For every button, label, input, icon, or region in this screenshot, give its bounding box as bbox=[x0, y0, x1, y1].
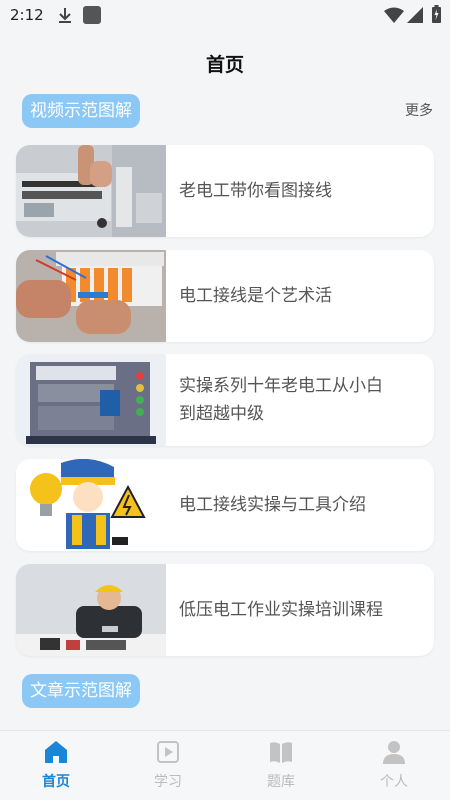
video-title: 老电工带你看图接线 bbox=[179, 181, 332, 201]
signal-icon bbox=[407, 7, 423, 23]
video-card[interactable]: 实操系列十年老电工从小白到超越中级 bbox=[16, 354, 434, 446]
battery-icon bbox=[432, 5, 441, 23]
video-title: 电工接线是个艺术活 bbox=[179, 286, 332, 306]
home-icon bbox=[45, 741, 67, 763]
person-icon bbox=[383, 741, 405, 764]
video-card[interactable]: 电工接线实操与工具介绍 bbox=[16, 459, 434, 551]
app-notification-icon bbox=[83, 6, 101, 24]
status-bar: 2:12 bbox=[0, 0, 450, 32]
tab-study[interactable]: 学习 bbox=[128, 731, 208, 800]
tab-label: 个人 bbox=[380, 774, 408, 790]
video-title: 实操系列十年老电工从小白到超越中级 bbox=[179, 376, 383, 424]
video-card[interactable]: 老电工带你看图接线 bbox=[16, 145, 434, 237]
page-title: 首页 bbox=[205, 54, 244, 76]
video-title: 低压电工作业实操培训课程 bbox=[179, 600, 383, 620]
section-chip-video[interactable]: 视频示范图解 bbox=[22, 94, 140, 128]
video-thumbnail bbox=[16, 354, 166, 446]
video-thumbnail bbox=[16, 250, 166, 342]
book-icon bbox=[270, 742, 292, 763]
tab-question-bank[interactable]: 题库 bbox=[241, 731, 321, 800]
video-thumbnail bbox=[16, 145, 166, 237]
video-card[interactable]: 低压电工作业实操培训课程 bbox=[16, 564, 434, 656]
bottom-tab-bar: 首页 学习 题库 个人 bbox=[0, 730, 450, 800]
more-link[interactable]: 更多 bbox=[405, 100, 433, 120]
tab-home[interactable]: 首页 bbox=[16, 731, 96, 800]
video-thumbnail bbox=[16, 459, 166, 551]
tab-label: 题库 bbox=[267, 774, 295, 790]
tab-label: 学习 bbox=[154, 774, 182, 790]
video-play-icon bbox=[157, 741, 179, 763]
tab-personal[interactable]: 个人 bbox=[354, 731, 434, 800]
status-time: 2:12 bbox=[10, 6, 44, 24]
video-thumbnail bbox=[16, 564, 166, 656]
video-card[interactable]: 电工接线是个艺术活 bbox=[16, 250, 434, 342]
video-title: 电工接线实操与工具介绍 bbox=[179, 495, 366, 515]
section-chip-article[interactable]: 文章示范图解 bbox=[22, 674, 140, 708]
download-icon bbox=[59, 8, 71, 23]
wifi-icon bbox=[384, 7, 404, 23]
tab-label: 首页 bbox=[42, 774, 70, 790]
